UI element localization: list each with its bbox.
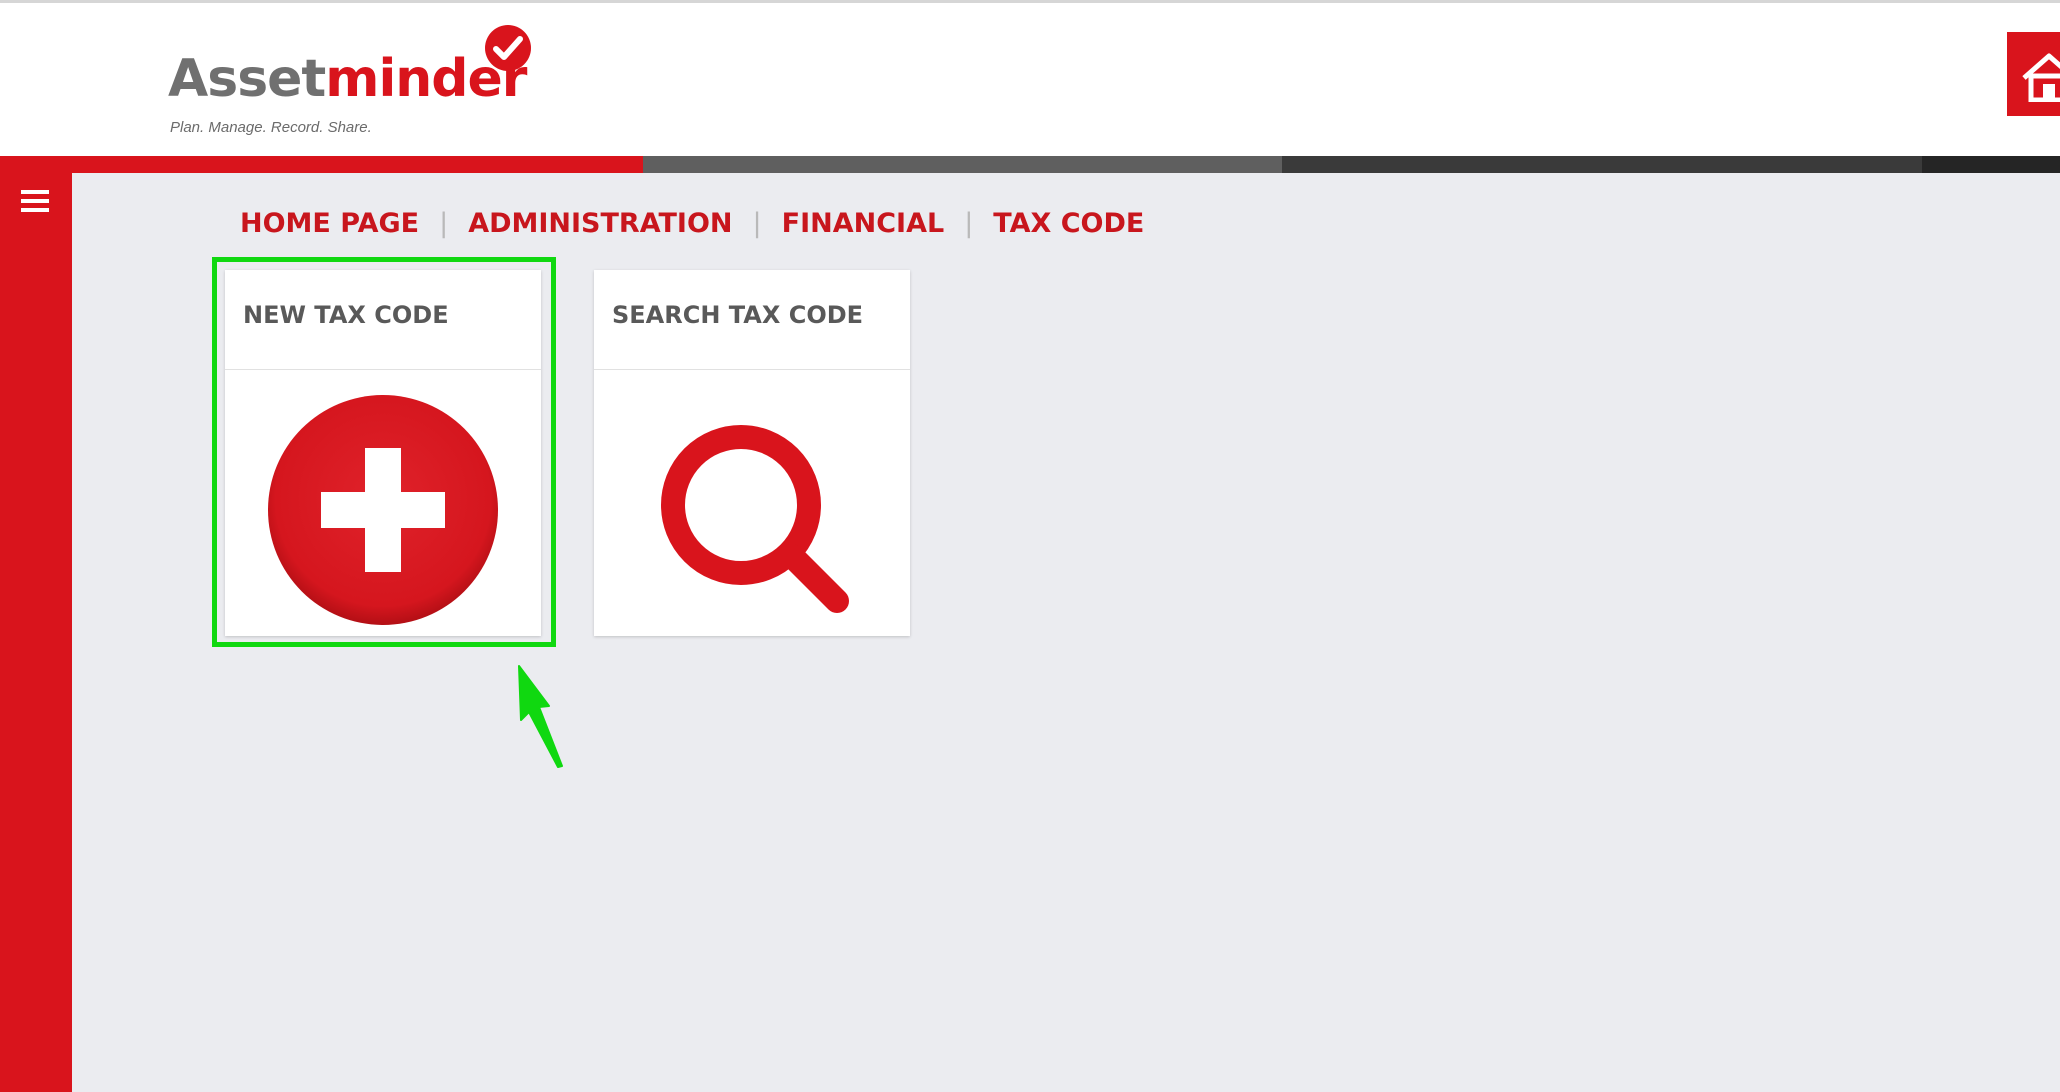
strip-segment-red [0, 156, 643, 173]
tile-header: NEW TAX CODE [225, 270, 541, 370]
color-strip [0, 156, 2060, 173]
tile-body [225, 370, 541, 635]
breadcrumb-separator: | [964, 207, 974, 239]
tile-header: SEARCH TAX CODE [594, 270, 910, 370]
breadcrumb-home-page[interactable]: HOME PAGE [240, 208, 419, 239]
breadcrumb-separator: | [439, 207, 449, 239]
breadcrumb: HOME PAGE | ADMINISTRATION | FINANCIAL |… [240, 203, 1144, 243]
strip-segment-dark [1282, 156, 1922, 173]
logo-tagline: Plan. Manage. Record. Share. [170, 119, 372, 136]
search-tax-code-tile[interactable]: SEARCH TAX CODE [594, 270, 910, 636]
breadcrumb-separator: | [752, 207, 762, 239]
new-tax-code-tile[interactable]: NEW TAX CODE [225, 270, 541, 636]
tile-title: NEW TAX CODE [243, 300, 449, 329]
sidebar [0, 173, 72, 1092]
home-button[interactable] [2007, 32, 2060, 116]
pointer-arrow-icon [518, 665, 563, 768]
breadcrumb-financial[interactable]: FINANCIAL [782, 208, 945, 239]
breadcrumb-tax-code[interactable]: TAX CODE [993, 208, 1144, 239]
add-circle-icon [268, 395, 498, 625]
header: Assetminder Plan. Manage. Record. Share. [0, 3, 2060, 156]
logo-wordmark: Assetminder [168, 49, 527, 109]
assetminder-logo[interactable]: Assetminder Plan. Manage. Record. Share. [168, 23, 548, 136]
breadcrumb-administration[interactable]: ADMINISTRATION [468, 208, 732, 239]
tile-body [594, 370, 910, 635]
logo-checkmark-icon [485, 25, 531, 71]
home-icon [2022, 53, 2060, 102]
strip-segment-darker [1922, 156, 2060, 173]
strip-segment-gray [643, 156, 1282, 173]
tile-title: SEARCH TAX CODE [612, 300, 864, 329]
hamburger-menu-icon[interactable] [21, 190, 51, 220]
magnifier-icon [661, 425, 849, 613]
